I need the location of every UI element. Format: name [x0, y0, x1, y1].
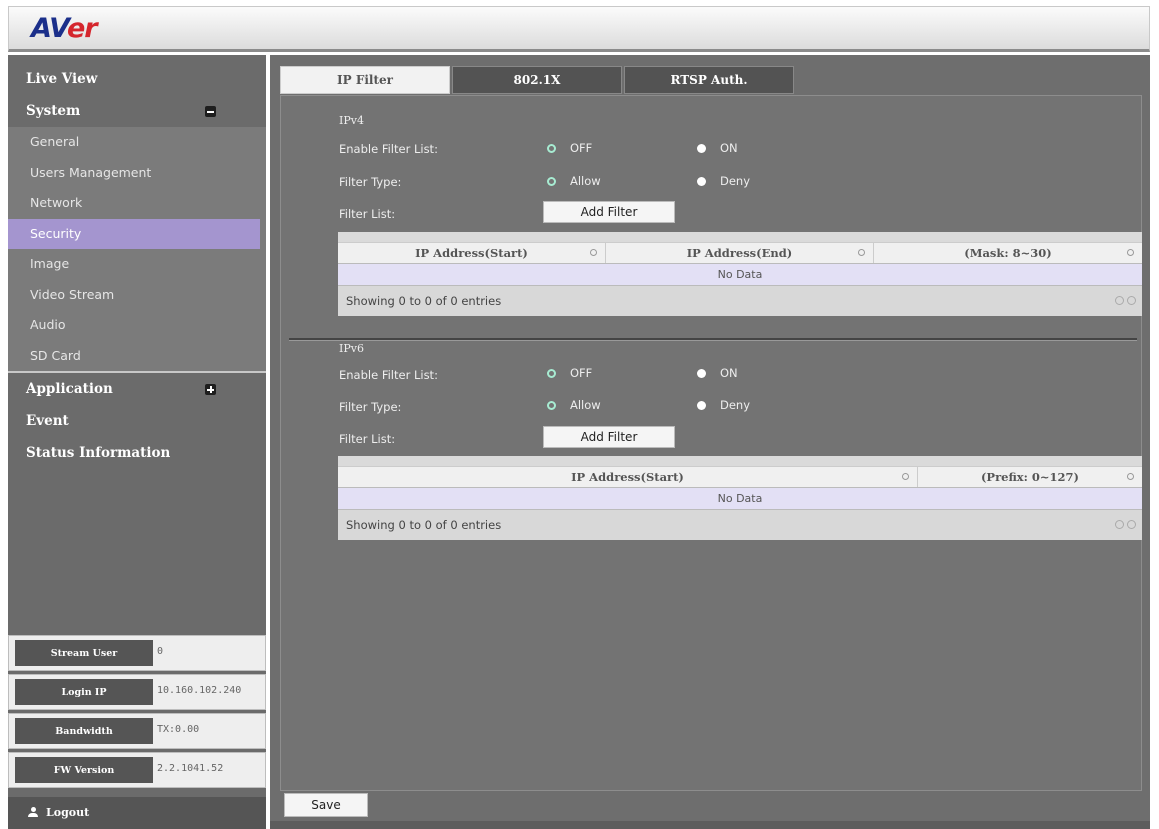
- tab-rtsp-auth[interactable]: RTSP Auth.: [624, 66, 794, 94]
- sidebar-item-general[interactable]: General: [8, 127, 266, 158]
- table-empty-row: No Data: [338, 488, 1142, 510]
- sidebar-item-users-management[interactable]: Users Management: [8, 158, 266, 189]
- logout-label: Logout: [46, 806, 90, 819]
- next-page-icon[interactable]: [1127, 296, 1136, 305]
- ipv4-title: IPv4: [339, 114, 364, 127]
- column-header-mask[interactable]: (Mask: 8~30): [874, 243, 1142, 263]
- sort-icon: [1127, 249, 1134, 256]
- radio-unchecked-icon: [697, 400, 706, 410]
- info-label: Bandwidth: [15, 718, 153, 744]
- sidebar-item-audio[interactable]: Audio: [8, 310, 266, 341]
- header-bar: AVer: [8, 6, 1150, 52]
- ipv6-add-filter-button[interactable]: Add Filter: [543, 426, 675, 448]
- entries-info: Showing 0 to 0 of 0 entries: [346, 294, 502, 308]
- ipv6-filter-table: IP Address(Start) (Prefix: 0~127) No Dat…: [338, 456, 1142, 540]
- ipv4-deny-radio[interactable]: Deny: [697, 174, 750, 188]
- expand-icon[interactable]: [205, 384, 216, 395]
- ipv6-title: IPv6: [339, 342, 364, 355]
- prev-page-icon[interactable]: [1115, 296, 1124, 305]
- ipv6-enable-label: Enable Filter List:: [339, 368, 438, 382]
- nav-application[interactable]: Application: [8, 373, 266, 405]
- column-header-ip-start[interactable]: IP Address(Start): [338, 243, 606, 263]
- sidebar: Live View System General Users Managemen…: [8, 55, 266, 829]
- nav-system-label: System: [26, 103, 81, 119]
- aver-logo: AVer: [31, 13, 98, 44]
- sidebar-item-video-stream[interactable]: Video Stream: [8, 280, 266, 311]
- pagination: [1115, 520, 1136, 529]
- status-info-box: Stream User 0 Login IP 10.160.102.240 Ba…: [8, 635, 266, 791]
- ipv4-type-label: Filter Type:: [339, 175, 402, 189]
- table-footer: Showing 0 to 0 of 0 entries: [338, 286, 1142, 316]
- main-bottom-bar: [270, 821, 1150, 829]
- nav-system[interactable]: System: [8, 95, 266, 127]
- ipv4-add-filter-button[interactable]: Add Filter: [543, 201, 675, 223]
- collapse-icon[interactable]: [205, 106, 216, 117]
- ipv4-enable-on-radio[interactable]: ON: [697, 141, 738, 155]
- ipv6-enable-off-radio[interactable]: OFF: [547, 366, 592, 380]
- nav-application-label: Application: [26, 381, 113, 397]
- radio-unchecked-icon: [697, 143, 706, 153]
- sidebar-item-security[interactable]: Security: [8, 218, 260, 249]
- info-value: 2.2.1041.52: [157, 763, 224, 774]
- ipv6-list-label: Filter List:: [339, 432, 396, 446]
- nav-status-information[interactable]: Status Information: [8, 437, 266, 469]
- info-label: Login IP: [15, 679, 153, 705]
- ipv6-enable-on-radio[interactable]: ON: [697, 366, 738, 380]
- nav-event[interactable]: Event: [8, 405, 266, 437]
- info-value: 0: [157, 646, 164, 657]
- ip-filter-panel: IPv4 Enable Filter List: OFF ON Filter T…: [280, 95, 1142, 791]
- ipv4-list-label: Filter List:: [339, 207, 396, 221]
- ipv4-filter-table: IP Address(Start) IP Address(End) (Mask:…: [338, 232, 1142, 316]
- info-value: TX:0.00: [157, 724, 200, 735]
- radio-unchecked-icon: [697, 176, 706, 186]
- ipv4-enable-label: Enable Filter List:: [339, 142, 438, 156]
- column-header-prefix[interactable]: (Prefix: 0~127): [918, 467, 1142, 487]
- radio-checked-icon: [547, 143, 556, 153]
- sort-icon: [858, 249, 865, 256]
- radio-checked-icon: [547, 176, 556, 186]
- sidebar-item-network[interactable]: Network: [8, 188, 266, 219]
- column-header-ip-end[interactable]: IP Address(End): [606, 243, 874, 263]
- info-row-fw-version: FW Version 2.2.1041.52: [8, 752, 266, 788]
- ipv4-enable-off-radio[interactable]: OFF: [547, 141, 592, 155]
- system-submenu: General Users Management Network Securit…: [8, 127, 266, 373]
- ipv4-allow-radio[interactable]: Allow: [547, 174, 601, 188]
- section-divider: [289, 338, 1137, 341]
- info-row-stream-user: Stream User 0: [8, 635, 266, 671]
- info-label: Stream User: [15, 640, 153, 666]
- radio-unchecked-icon: [697, 368, 706, 378]
- sort-icon: [1127, 473, 1134, 480]
- info-value: 10.160.102.240: [157, 685, 242, 696]
- table-footer: Showing 0 to 0 of 0 entries: [338, 510, 1142, 540]
- sort-icon: [590, 249, 597, 256]
- main-content: IP Filter 802.1X RTSP Auth. IPv4 Enable …: [270, 55, 1150, 829]
- sidebar-item-sd-card[interactable]: SD Card: [8, 341, 266, 372]
- entries-info: Showing 0 to 0 of 0 entries: [346, 518, 502, 532]
- tab-bar: IP Filter 802.1X RTSP Auth.: [280, 66, 796, 94]
- prev-page-icon[interactable]: [1115, 520, 1124, 529]
- info-row-login-ip: Login IP 10.160.102.240: [8, 674, 266, 710]
- next-page-icon[interactable]: [1127, 520, 1136, 529]
- user-icon: [28, 807, 38, 817]
- pagination: [1115, 296, 1136, 305]
- nav-live-view[interactable]: Live View: [8, 63, 266, 95]
- radio-checked-icon: [547, 400, 556, 410]
- info-row-bandwidth: Bandwidth TX:0.00: [8, 713, 266, 749]
- tab-ip-filter[interactable]: IP Filter: [280, 66, 450, 94]
- tab-802-1x[interactable]: 802.1X: [452, 66, 622, 94]
- logout-button[interactable]: Logout: [8, 797, 266, 829]
- column-header-ip-start[interactable]: IP Address(Start): [338, 467, 918, 487]
- sort-icon: [902, 473, 909, 480]
- ipv6-deny-radio[interactable]: Deny: [697, 398, 750, 412]
- ipv6-type-label: Filter Type:: [339, 400, 402, 414]
- info-label: FW Version: [15, 757, 153, 783]
- radio-checked-icon: [547, 368, 556, 378]
- sidebar-item-image[interactable]: Image: [8, 249, 266, 280]
- save-button[interactable]: Save: [284, 793, 368, 817]
- ipv6-allow-radio[interactable]: Allow: [547, 398, 601, 412]
- table-empty-row: No Data: [338, 264, 1142, 286]
